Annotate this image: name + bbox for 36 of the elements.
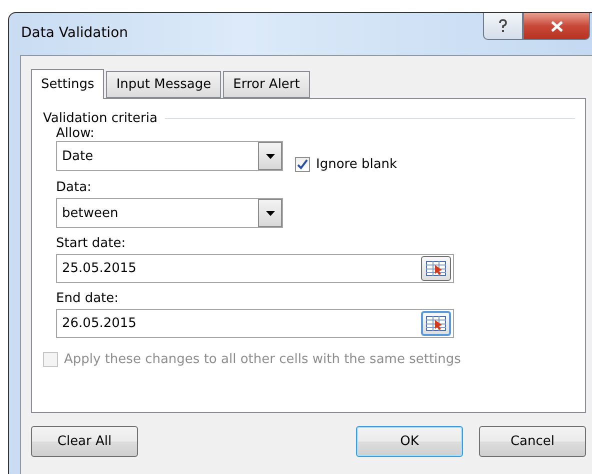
caret-icon [266, 154, 274, 158]
tab[interactable]: Input Message [106, 71, 222, 98]
window-title: Data Validation [21, 25, 128, 41]
help-button[interactable] [483, 13, 523, 40]
checkbox-label: Apply these changes to all other cells with the same settings [64, 352, 461, 367]
date-value: 25.05.2015 [61, 261, 138, 276]
tab[interactable]: Settings [31, 69, 104, 99]
dialog-button[interactable]: Cancel [479, 426, 586, 457]
date-field[interactable]: 26.05.2015 [56, 309, 454, 338]
dropdown-value: Date [61, 148, 94, 164]
field-label: Data: [56, 180, 92, 197]
field-label: Start date: [56, 236, 127, 253]
field-label: Allow: [56, 126, 94, 141]
dropdown[interactable]: Date [56, 141, 283, 171]
range-select-icon [426, 316, 446, 331]
ignore-blank-checkbox[interactable]: Ignore blank [295, 157, 398, 172]
checkbox-label: Ignore blank [316, 157, 398, 172]
range-select-icon [426, 261, 446, 276]
range-select-button[interactable] [421, 256, 451, 281]
close-button[interactable] [523, 13, 590, 40]
date-value: 26.05.2015 [61, 316, 138, 331]
caret-icon [266, 210, 274, 216]
help-icon [498, 19, 508, 33]
dropdown-value: between [61, 206, 120, 220]
tab[interactable]: Error Alert [223, 71, 310, 98]
field-label: End date: [56, 291, 120, 308]
group-heading: Validation criteria [43, 111, 158, 126]
range-select-button[interactable] [421, 311, 451, 336]
checkbox[interactable] [295, 157, 310, 172]
close-icon [550, 20, 564, 32]
dropdown[interactable]: between [56, 198, 283, 228]
dropdown-arrow-button[interactable] [258, 199, 282, 227]
dropdown-arrow-button[interactable] [258, 142, 282, 170]
dialog-button[interactable]: Clear All [31, 426, 138, 457]
date-field[interactable]: 25.05.2015 [56, 254, 454, 283]
dialog-button[interactable]: OK [356, 426, 463, 457]
